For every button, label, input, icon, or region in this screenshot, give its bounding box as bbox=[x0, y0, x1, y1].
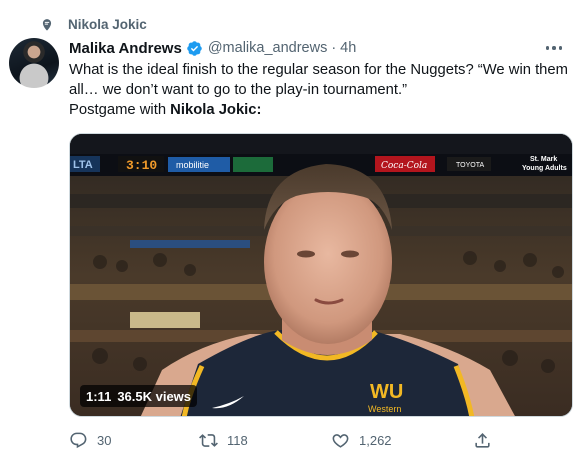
retweet-icon bbox=[199, 433, 218, 447]
video-duration: 1:11 bbox=[86, 388, 112, 404]
sponsor-st-mark-line2: Young Adults bbox=[522, 165, 567, 172]
action-bar: 30 118 1,262 bbox=[69, 428, 509, 452]
more-dot-icon bbox=[552, 46, 556, 50]
reply-count: 30 bbox=[97, 432, 112, 448]
retweet-count: 118 bbox=[227, 432, 248, 448]
context-label[interactable]: Nikola Jokic bbox=[68, 17, 147, 32]
sponsor-mobilitie: mobilitie bbox=[176, 160, 209, 170]
scoreboard-left-text: LTA bbox=[73, 159, 93, 171]
verified-badge-icon bbox=[187, 40, 202, 56]
sponsor-st-mark-line1: St. Mark bbox=[530, 156, 557, 163]
text-prefix: Postgame with bbox=[69, 102, 171, 118]
video-views: 36.5K views bbox=[117, 388, 192, 404]
social-context[interactable]: Nikola Jokic bbox=[40, 15, 147, 35]
share-icon bbox=[475, 432, 490, 448]
tweet-text-line: Postgame with Nikola Jokic: bbox=[69, 100, 575, 120]
video-player[interactable]: LTA 3:10 mobilitie Coca-Cola TOYOTA St. … bbox=[69, 133, 573, 417]
retweet-button[interactable]: 118 bbox=[199, 428, 248, 452]
video-frame: LTA 3:10 mobilitie Coca-Cola TOYOTA St. … bbox=[70, 134, 572, 416]
like-count: 1,262 bbox=[359, 432, 392, 448]
more-dot-icon bbox=[558, 46, 563, 50]
heart-icon bbox=[332, 433, 349, 448]
jersey-text-western: Western bbox=[368, 404, 401, 414]
video-stats-badge: 1:11 36.5K views bbox=[80, 385, 198, 407]
scoreboard-clock: 3:10 bbox=[126, 158, 157, 173]
reply-icon bbox=[70, 432, 87, 448]
like-button[interactable]: 1,262 bbox=[331, 428, 392, 452]
mention-bold: Nikola Jokic: bbox=[170, 102, 262, 118]
avatar[interactable] bbox=[9, 38, 59, 88]
separator-dot: · bbox=[331, 40, 337, 56]
tweet-text: What is the ideal finish to the regular … bbox=[69, 60, 575, 120]
author-handle[interactable]: @malika_andrews bbox=[208, 40, 328, 56]
author-name[interactable]: Malika Andrews bbox=[69, 40, 182, 57]
tweet-text-line: What is the ideal finish to the regular … bbox=[69, 62, 568, 78]
share-button[interactable] bbox=[473, 428, 492, 452]
reply-button[interactable]: 30 bbox=[69, 428, 111, 452]
more-options-button[interactable] bbox=[542, 38, 566, 58]
tweet-header: Malika Andrews @malika_andrews · 4h bbox=[69, 38, 356, 58]
topic-icon bbox=[42, 19, 52, 31]
sponsor-toyota: TOYOTA bbox=[456, 162, 484, 169]
sponsor-coca-cola: Coca-Cola bbox=[381, 161, 427, 171]
jersey-text-wu: WU bbox=[370, 381, 403, 403]
tweet-text-line: all… we don’t want to go to the play-in … bbox=[69, 82, 408, 98]
more-dot-icon bbox=[545, 46, 550, 50]
timestamp[interactable]: 4h bbox=[340, 40, 356, 56]
